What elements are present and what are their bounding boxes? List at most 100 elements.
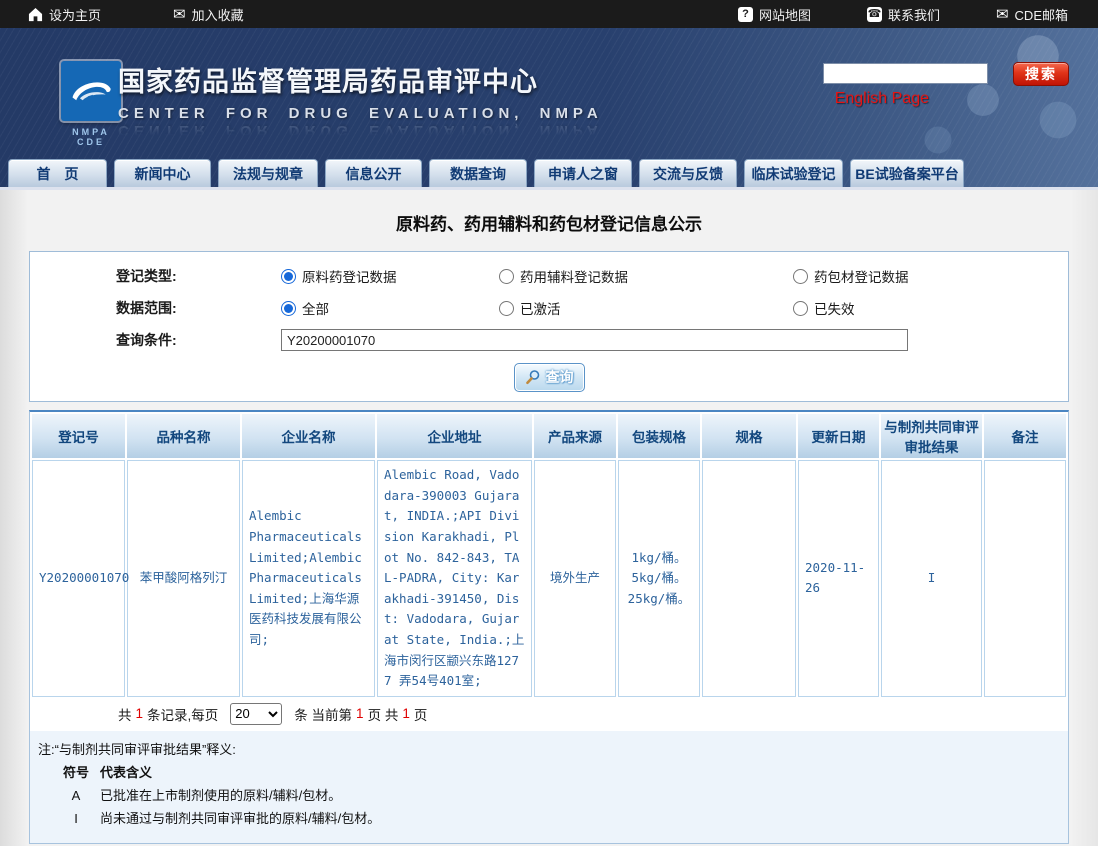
cell-source: 境外生产 [534,460,616,697]
tab-communication[interactable]: 交流与反馈 [639,159,737,187]
radio-scope-expired[interactable]: 已失效 [793,298,855,318]
cell-product-name: 苯甲酸阿格列汀 [127,460,240,697]
col-product-name: 品种名称 [127,414,240,458]
main-content: 原料药、药用辅料和药包材登记信息公示 登记类型: 原料药登记数据 药用辅料登记数… [0,190,1098,846]
note-row-i: I 尚未通过与制剂共同审评审批的原料/辅料/包材。 [38,807,1060,830]
radio-api-data-input[interactable] [281,269,296,284]
tab-clinical-trial[interactable]: 临床试验登记 [744,159,843,187]
results-table: 登记号 品种名称 企业名称 企业地址 产品来源 包装规格 规格 更新日期 与制剂… [30,412,1068,699]
reg-type-row: 登记类型: 原料药登记数据 药用辅料登记数据 药包材登记数据 [30,260,1068,292]
symbol-a: A [52,784,100,807]
cell-update-date: 2020-11-26 [798,460,879,697]
tab-home[interactable]: 首 页 [8,159,107,187]
tab-be-platform[interactable]: BE试验备案平台 [850,159,964,187]
set-homepage-link[interactable]: 设为主页 [28,5,101,24]
site-subtitle-reflection: CENTER FOR DRUG EVALUATION, NMPA [118,122,603,139]
radio-scope-expired-label: 已失效 [814,298,855,318]
col-source: 产品来源 [534,414,616,458]
radio-scope-all-input[interactable] [281,301,296,316]
cde-mail-link[interactable]: ✉ CDE邮箱 [996,5,1068,24]
radio-scope-all[interactable]: 全部 [281,298,499,318]
scope-label: 数据范围: [116,298,186,318]
tab-regulations[interactable]: 法规与规章 [218,159,318,187]
radio-packaging-data-label: 药包材登记数据 [814,266,909,286]
nmpa-cde-logo-icon [61,61,121,121]
query-form: 登记类型: 原料药登记数据 药用辅料登记数据 药包材登记数据 数据范围: 全部 [29,251,1069,402]
total-records-count: 1 [136,706,144,721]
cell-reg-no: Y20200001070 [32,460,125,697]
note-row-a: A 已批准在上市制剂使用的原料/辅料/包材。 [38,784,1060,807]
pagination-text: 页 [414,704,428,724]
radio-scope-all-label: 全部 [302,298,329,318]
total-pages-number: 1 [402,706,410,721]
header-search-button[interactable]: 搜索 [1013,62,1069,86]
radio-scope-active[interactable]: 已激活 [499,298,793,318]
sitemap-link[interactable]: ? 网站地图 [738,5,811,24]
contact-link[interactable]: ☎ 联系我们 [867,5,940,24]
radio-excipient-data-input[interactable] [499,269,514,284]
note-title: 注:“与制剂共同审评审批结果”释义: [38,738,1060,761]
table-row: Y20200001070 苯甲酸阿格列汀 Alembic Pharmaceuti… [32,460,1066,697]
radio-scope-active-input[interactable] [499,301,514,316]
meaning-a: 已批准在上市制剂使用的原料/辅料/包材。 [100,784,341,807]
col-company-name: 企业名称 [242,414,375,458]
query-button-label: 查询 [546,367,574,387]
cell-spec [702,460,796,697]
radio-packaging-data-input[interactable] [793,269,808,284]
magnifier-icon [525,369,541,385]
query-button-row: 查询 [30,363,1068,392]
english-page-link[interactable]: English Page [835,90,929,108]
col-company-address: 企业地址 [377,414,532,458]
reg-type-label: 登记类型: [116,266,186,286]
results-panel: 登记号 品种名称 企业名称 企业地址 产品来源 包装规格 规格 更新日期 与制剂… [29,410,1069,844]
site-title: 国家药品监督管理局药品审评中心 [118,60,603,99]
sitemap-label: 网站地图 [759,5,811,24]
phone-icon: ☎ [867,7,882,22]
site-header: NMPA CDE 国家药品监督管理局药品审评中心 CENTER FOR DRUG… [0,28,1098,190]
page-title: 原料药、药用辅料和药包材登记信息公示 [0,190,1098,235]
query-condition-row: 查询条件: [30,324,1068,356]
col-remark: 备注 [984,414,1066,458]
page-size-select[interactable]: 20 [230,703,282,725]
radio-api-data[interactable]: 原料药登记数据 [281,266,499,286]
query-button[interactable]: 查询 [514,363,585,392]
topbar: 设为主页 ✉ 加入收藏 ? 网站地图 ☎ 联系我们 ✉ CDE邮箱 [0,0,1098,28]
cell-company-address: Alembic Road, Vadodara-390003 Gujarat, I… [377,460,532,697]
symbol-header: 符号 [52,761,100,784]
note-header-row: 符号 代表含义 [38,761,1060,784]
tab-info-disclosure[interactable]: 信息公开 [325,159,422,187]
query-condition-label: 查询条件: [116,330,186,350]
radio-scope-active-label: 已激活 [520,298,561,318]
pagination-text: 条 当前第 [294,704,352,724]
envelope-icon: ✉ [173,7,186,22]
main-navigation: 首 页 新闻中心 法规与规章 信息公开 数据查询 申请人之窗 交流与反馈 临床试… [0,157,1098,187]
note-title-text: 注:“与制剂共同审评审批结果”释义: [38,738,236,761]
cell-review-result: I [881,460,982,697]
topbar-right-links: ? 网站地图 ☎ 联系我们 ✉ CDE邮箱 [738,5,1068,24]
site-logo[interactable]: NMPA CDE [58,61,124,147]
radio-api-data-label: 原料药登记数据 [302,266,397,286]
tab-applicant-window[interactable]: 申请人之窗 [534,159,632,187]
tab-news[interactable]: 新闻中心 [114,159,211,187]
tab-data-query[interactable]: 数据查询 [429,159,527,187]
add-favorite-link[interactable]: ✉ 加入收藏 [173,5,244,24]
radio-packaging-data[interactable]: 药包材登记数据 [793,266,909,286]
query-condition-input[interactable] [281,329,908,351]
radio-excipient-data[interactable]: 药用辅料登记数据 [499,266,793,286]
pagination-text: 共 [118,704,132,724]
home-icon [28,7,43,22]
col-package-spec: 包装规格 [618,414,700,458]
col-review-result: 与制剂共同审评审批结果 [881,414,982,458]
col-update-date: 更新日期 [798,414,879,458]
set-homepage-label: 设为主页 [49,5,101,24]
site-subtitle: CENTER FOR DRUG EVALUATION, NMPA [118,105,603,122]
meaning-i: 尚未通过与制剂共同审评审批的原料/辅料/包材。 [100,807,380,830]
cell-remark [984,460,1066,697]
header-search-input[interactable] [823,63,988,84]
cell-package-spec: 1kg/桶。5kg/桶。25kg/桶。 [618,460,700,697]
radio-scope-expired-input[interactable] [793,301,808,316]
meaning-header: 代表含义 [100,761,152,784]
logo-caption: NMPA CDE [58,127,124,147]
cell-company-name: Alembic Pharmaceuticals Limited;Alembic … [242,460,375,697]
radio-excipient-data-label: 药用辅料登记数据 [520,266,628,286]
